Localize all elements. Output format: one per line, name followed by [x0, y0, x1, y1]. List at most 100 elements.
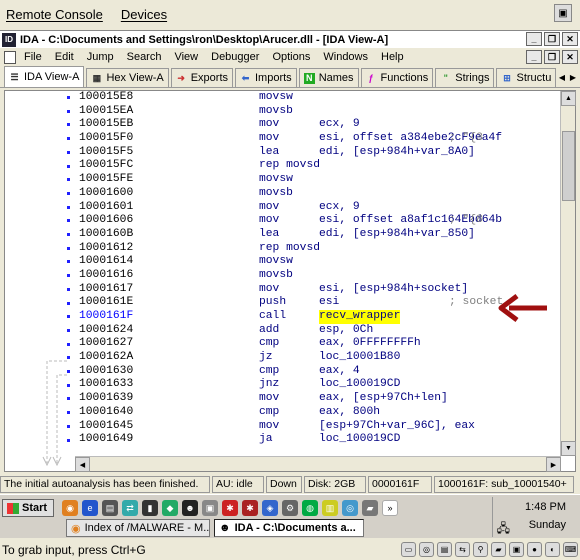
- listing-row[interactable]: 10001617 mov esi, [esp+984h+socket]: [75, 283, 561, 297]
- listing-row[interactable]: 10001640 cmp eax, 800h: [75, 406, 561, 420]
- listing-row[interactable]: 10001639 mov eax, [esp+97Ch+len]: [75, 392, 561, 406]
- firefox-icon[interactable]: ◉: [62, 500, 78, 516]
- menu-chevron-icon[interactable]: »: [382, 500, 398, 516]
- row-operand[interactable]: recv_wrapper: [319, 310, 401, 324]
- menu-debugger[interactable]: Debugger: [211, 51, 259, 63]
- code-listing[interactable]: 100015E8 movsw 100015EA movsb 100015EB mov ecx…: [75, 91, 561, 456]
- tab-names[interactable]: N Names: [298, 68, 359, 87]
- listing-row[interactable]: 100015FE movsw: [75, 173, 561, 187]
- video-capture-icon[interactable]: ●: [527, 542, 542, 557]
- listing-row[interactable]: 100015E8 movsw: [75, 91, 561, 105]
- menu-windows[interactable]: Windows: [323, 51, 368, 63]
- tab-exports[interactable]: ➜ Exports: [170, 68, 233, 87]
- network-icon[interactable]: ⇄: [122, 500, 138, 516]
- listing-row[interactable]: 100015EA movsb: [75, 105, 561, 119]
- listing-row[interactable]: 10001624 add esp, 0Ch: [75, 324, 561, 338]
- listing-row[interactable]: 100015F5 lea edi, [esp+984h+var_8A0]: [75, 146, 561, 160]
- shared-folder-icon[interactable]: ▰: [491, 542, 506, 557]
- tab-functions[interactable]: ƒ Functions: [360, 68, 434, 87]
- gear-icon[interactable]: ⚙: [282, 500, 298, 516]
- disassembly-view[interactable]: 100015E8 movsw 100015EA movsb 100015EB mov ecx…: [4, 90, 576, 472]
- scroll-right-icon[interactable]: ▶: [546, 457, 561, 472]
- document-icon[interactable]: [4, 50, 16, 64]
- scroll-down-icon[interactable]: ▼: [561, 441, 576, 456]
- tool-icon[interactable]: ◆: [162, 500, 178, 516]
- globe-icon[interactable]: ◍: [302, 500, 318, 516]
- row-address: 10001614: [79, 255, 134, 268]
- display-icon[interactable]: ▣: [509, 542, 524, 557]
- folder-icon[interactable]: ▰: [362, 500, 378, 516]
- hdd-icon[interactable]: ▭: [401, 542, 416, 557]
- child-restore-button[interactable]: ❐: [544, 50, 560, 64]
- listing-row[interactable]: 100015FC rep movsd: [75, 159, 561, 173]
- start-button[interactable]: Start: [2, 499, 54, 517]
- chart-icon[interactable]: ▥: [322, 500, 338, 516]
- tray-clock[interactable]: 1:48 PM: [525, 501, 566, 513]
- menu-edit[interactable]: Edit: [55, 51, 74, 63]
- console-icon[interactable]: ▮: [142, 500, 158, 516]
- monitor-icon[interactable]: ▣: [202, 500, 218, 516]
- listing-row[interactable]: 1000161F call recv_wrapper: [75, 310, 561, 324]
- listing-row[interactable]: 10001612 rep movsd: [75, 242, 561, 256]
- ie-icon[interactable]: e: [82, 500, 98, 516]
- listing-row[interactable]: 10001614 movsw: [75, 255, 561, 269]
- spider-icon[interactable]: ✱: [242, 500, 258, 516]
- menu-help[interactable]: Help: [381, 51, 404, 63]
- menu-search[interactable]: Search: [127, 51, 162, 63]
- scroll-up-icon[interactable]: ▲: [561, 91, 576, 106]
- listing-row[interactable]: 10001627 cmp eax, 0FFFFFFFFh: [75, 337, 561, 351]
- tab-ida-view[interactable]: ☰ IDA View-A: [4, 66, 85, 87]
- usb-icon[interactable]: ⚲: [473, 542, 488, 557]
- ida-icon[interactable]: ☻: [182, 500, 198, 516]
- tab-imports[interactable]: ⬅ Imports: [235, 68, 297, 87]
- tab-structures[interactable]: ⊞ Structu: [496, 68, 557, 87]
- network-adapter-icon[interactable]: ⇆: [455, 542, 470, 557]
- tab-scroll-right-icon[interactable]: ▶: [568, 71, 578, 83]
- tab-hex-view[interactable]: ▦ Hex View-A: [86, 68, 169, 87]
- child-minimize-button[interactable]: _: [526, 50, 542, 64]
- listing-row[interactable]: 1000162A jz loc_10001B80: [75, 351, 561, 365]
- menu-devices[interactable]: Devices: [121, 7, 167, 22]
- minimize-button[interactable]: _: [526, 32, 542, 46]
- listing-row[interactable]: 10001633 jnz loc_100019CD: [75, 378, 561, 392]
- tab-scroll-left-icon[interactable]: ◀: [557, 71, 567, 83]
- mouse-icon[interactable]: ◐: [545, 542, 560, 557]
- keyboard-icon[interactable]: ⌨: [563, 542, 578, 557]
- listing-row[interactable]: 10001600 movsb: [75, 187, 561, 201]
- listing-row[interactable]: 1000160B lea edi, [esp+984h+var_850]: [75, 228, 561, 242]
- menu-file[interactable]: File: [24, 51, 42, 63]
- row-address: 10001601: [79, 200, 134, 213]
- listing-row[interactable]: 10001649 ja loc_100019CD: [75, 433, 561, 447]
- menu-remote-console[interactable]: Remote Console: [6, 7, 103, 22]
- horizontal-scrollbar[interactable]: ◀ ▶: [75, 456, 561, 472]
- task-ida[interactable]: ☻ IDA - C:\Documents a...: [214, 519, 364, 537]
- menu-view[interactable]: View: [174, 51, 198, 63]
- scroll-left-icon[interactable]: ◀: [75, 457, 90, 472]
- task-browser[interactable]: ◉ Index of /MALWARE - M...: [66, 519, 210, 537]
- menu-jump[interactable]: Jump: [87, 51, 114, 63]
- scroll-thumb[interactable]: [562, 131, 575, 201]
- menu-options[interactable]: Options: [272, 51, 310, 63]
- screen-icon[interactable]: ▣: [554, 4, 572, 22]
- floppy-icon[interactable]: ▤: [437, 542, 452, 557]
- archive-icon[interactable]: ▤: [102, 500, 118, 516]
- listing-row[interactable]: 10001601 mov ecx, 9: [75, 201, 561, 215]
- listing-row[interactable]: 10001630 cmp eax, 4: [75, 365, 561, 379]
- listing-row[interactable]: 10001645 mov [esp+97Ch+var_96C], eax: [75, 420, 561, 434]
- network-tray-icon[interactable]: 🖧: [497, 519, 510, 540]
- listing-row[interactable]: 100015EB mov ecx, 9: [75, 118, 561, 132]
- bug-icon[interactable]: ✱: [222, 500, 238, 516]
- listing-row[interactable]: 10001606 mov esi, offset a8af1c164Ebd64b; …: [75, 214, 561, 228]
- vertical-scrollbar[interactable]: ▲ ▼: [560, 91, 576, 456]
- shield-icon[interactable]: ◈: [262, 500, 278, 516]
- child-close-button[interactable]: ✕: [562, 50, 578, 64]
- listing-row[interactable]: 100015F0 mov esi, offset a384ebe2cF9ea4f; …: [75, 132, 561, 146]
- restore-button[interactable]: ❐: [544, 32, 560, 46]
- close-button[interactable]: ✕: [562, 32, 578, 46]
- cd-icon[interactable]: ◎: [419, 542, 434, 557]
- disk-icon[interactable]: ◎: [342, 500, 358, 516]
- status-location: 1000161F: sub_10001540+: [434, 476, 574, 493]
- tab-strings[interactable]: " Strings: [435, 68, 495, 87]
- listing-row[interactable]: 1000161E push esi; socket: [75, 296, 561, 310]
- listing-row[interactable]: 10001616 movsb: [75, 269, 561, 283]
